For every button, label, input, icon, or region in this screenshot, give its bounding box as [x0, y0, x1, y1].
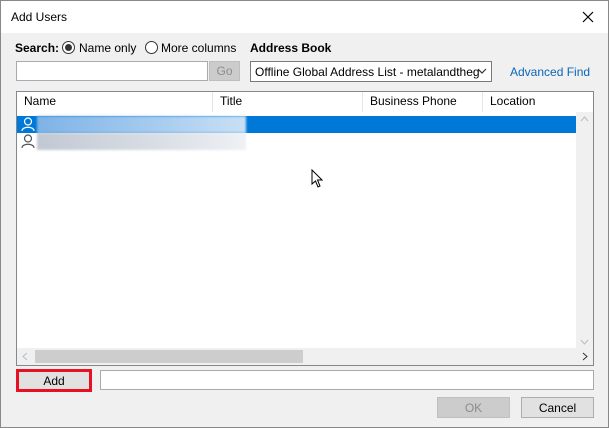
radio-more-columns-label[interactable]: More columns	[161, 41, 236, 55]
title-bar: Add Users	[1, 1, 608, 33]
scroll-right-icon	[582, 352, 588, 361]
contact-icon	[21, 134, 35, 149]
horizontal-scrollbar[interactable]	[17, 348, 593, 365]
mouse-cursor-icon	[311, 169, 323, 188]
cancel-button[interactable]: Cancel	[521, 397, 594, 418]
search-input[interactable]	[16, 61, 208, 81]
users-list[interactable]: Name Title Business Phone Location	[16, 91, 594, 366]
column-header-title[interactable]: Title	[213, 92, 363, 112]
redacted-name	[37, 133, 246, 150]
close-icon	[582, 11, 594, 23]
add-users-field[interactable]	[100, 370, 594, 390]
redacted-name	[37, 116, 246, 133]
go-button[interactable]: Go	[209, 61, 240, 81]
column-header-name[interactable]: Name	[17, 92, 213, 112]
radio-more-columns[interactable]	[145, 41, 158, 54]
address-book-dropdown[interactable]: Offline Global Address List - metalandth…	[250, 61, 492, 82]
address-book-label: Address Book	[250, 41, 332, 55]
chevron-down-icon	[477, 65, 487, 79]
add-button[interactable]: Add	[16, 369, 92, 392]
address-book-selected: Offline Global Address List - metalandth…	[255, 65, 480, 79]
add-users-dialog: Add Users Search: Name only More columns…	[0, 0, 609, 428]
scroll-up-icon	[580, 116, 589, 122]
ok-button[interactable]: OK	[437, 397, 510, 418]
advanced-find-link[interactable]: Advanced Find	[510, 65, 590, 79]
horizontal-scroll-thumb[interactable]	[35, 350, 303, 363]
scroll-down-icon	[580, 339, 589, 345]
column-header-location[interactable]: Location	[483, 92, 576, 112]
column-header-business-phone[interactable]: Business Phone	[363, 92, 483, 112]
radio-name-only-label[interactable]: Name only	[79, 41, 136, 55]
close-button[interactable]	[568, 1, 608, 33]
window-title: Add Users	[11, 10, 68, 24]
vertical-scrollbar[interactable]	[576, 112, 593, 349]
contact-icon	[21, 117, 35, 132]
list-row[interactable]	[17, 133, 576, 150]
radio-name-only[interactable]	[62, 41, 75, 54]
search-label: Search:	[15, 41, 60, 55]
list-row[interactable]	[17, 116, 576, 133]
scroll-left-icon	[22, 352, 28, 361]
